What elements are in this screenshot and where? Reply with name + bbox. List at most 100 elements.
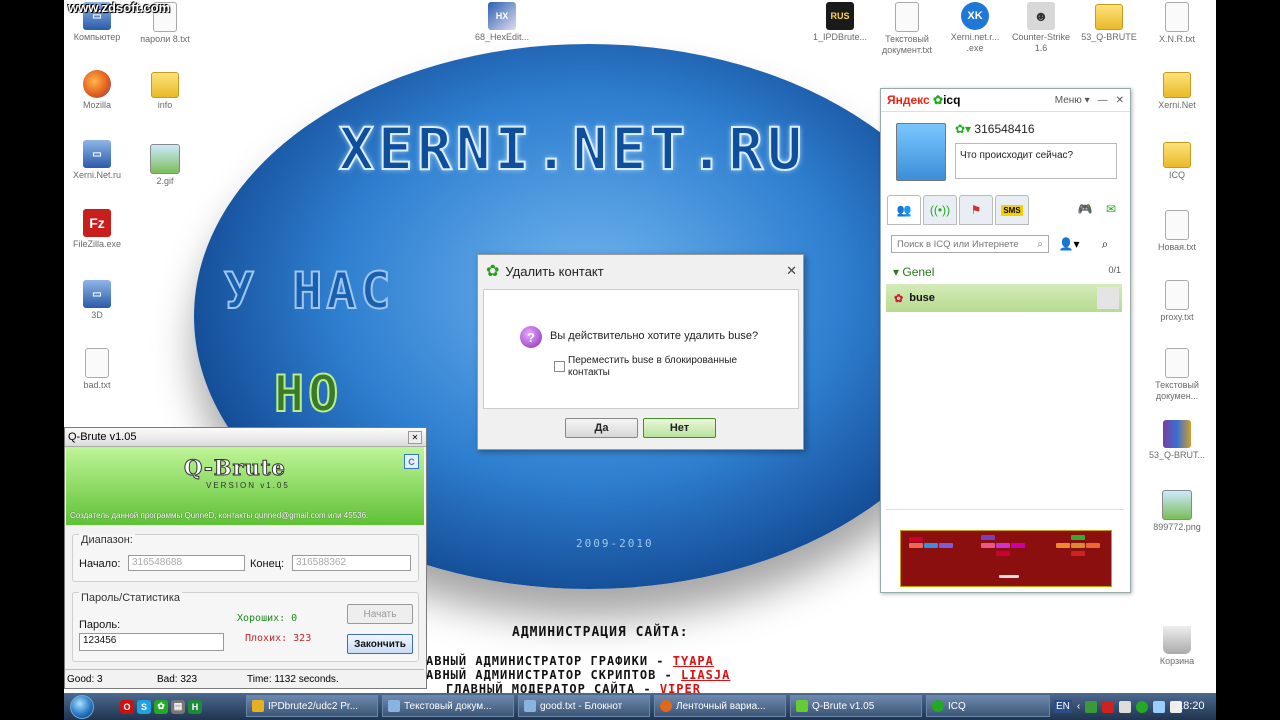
tab-live[interactable]: ((•))	[923, 195, 957, 225]
wallpaper-title: XERNI.NET.RU	[338, 114, 807, 184]
start-uin-input[interactable]: 316548688	[128, 555, 245, 571]
mail-icon[interactable]: ✉	[1099, 197, 1123, 221]
desktop-icon-qbrute-archive[interactable]: 53_Q-BRUT...	[1144, 420, 1210, 461]
end-label: Конец:	[250, 558, 285, 570]
block-checkbox[interactable]	[554, 361, 565, 372]
desktop-icon-xnr[interactable]: X.N.R.txt	[1144, 2, 1210, 45]
image-icon	[1162, 490, 1192, 520]
status-flower-icon[interactable]: ✿▾	[955, 122, 971, 136]
icq-tabs: 👥 ((•)) ⚑ SMS	[887, 195, 1029, 225]
wallpaper-admin-row: АВНЫЙ АДМИНИСТРАТОР ГРАФИКИ - TYAPA	[426, 654, 714, 668]
tray-app-icon[interactable]	[1085, 700, 1098, 713]
tab-contacts[interactable]: 👥	[887, 195, 921, 225]
wallpaper-line2: У НАС	[223, 261, 395, 321]
tab-flags[interactable]: ⚑	[959, 195, 993, 225]
taskbar-button[interactable]: Ленточный вариа...	[654, 695, 786, 717]
desktop-icon-new[interactable]: Новая.txt	[1144, 210, 1210, 253]
desktop-icon-proxy[interactable]: proxy.txt	[1144, 280, 1210, 323]
text-file-icon	[1165, 280, 1189, 310]
status-bad: Bad: 323	[157, 673, 198, 685]
pdf-icon[interactable]: ▤	[171, 699, 185, 714]
desktop-icon-xerni-folder[interactable]: Xerni.Net	[1144, 72, 1210, 111]
minimize-icon[interactable]: —	[1098, 95, 1108, 106]
dialog-title: Удалить контакт	[505, 263, 604, 279]
network-icon[interactable]	[1153, 700, 1166, 713]
desktop-icon-ipdbrute[interactable]: RUS 1_IPDBrute...	[807, 2, 873, 43]
desktop-icon-3d[interactable]: ▭ 3D	[64, 280, 130, 321]
firefox-icon	[83, 70, 111, 98]
qbrute-statusbar: Good: 3 Bad: 323 Time: 1132 seconds.	[65, 669, 424, 688]
close-icon[interactable]: ✕	[1116, 95, 1124, 106]
text-file-icon	[1165, 210, 1189, 240]
desktop-icon-icq-folder[interactable]: ICQ	[1144, 142, 1210, 181]
desktop-icon-info[interactable]: info	[132, 72, 198, 111]
close-icon[interactable]: ✕	[786, 263, 797, 279]
skype-icon[interactable]: S	[137, 699, 151, 714]
password-input[interactable]: 123456	[79, 633, 224, 651]
desktop-icon-bad[interactable]: bad.txt	[64, 348, 130, 391]
folder-icon	[1163, 142, 1191, 168]
games-icon[interactable]: 🎮	[1073, 197, 1097, 221]
contact-group[interactable]: ▾ Genel 0/1	[893, 265, 1121, 279]
status-message-input[interactable]: Что происходит сейчас?	[955, 143, 1117, 179]
desktop-icon-xerni-exe[interactable]: XK Xerni.net.r... .exe	[942, 2, 1008, 54]
tray-app-icon[interactable]	[1136, 700, 1149, 713]
avatar[interactable]	[896, 123, 946, 181]
clock[interactable]: 18:20	[1177, 700, 1205, 712]
qbrute-titlebar: Q-Brute v1.05 ✕	[65, 428, 426, 447]
language-indicator[interactable]: EN	[1054, 700, 1072, 713]
tray-app-icon[interactable]	[1102, 700, 1115, 713]
desktop-icon-textdoc2[interactable]: Текстовый докумен...	[1144, 348, 1210, 402]
add-contact-icon[interactable]: 👤▾	[1057, 232, 1081, 256]
app-h-icon[interactable]: H	[188, 699, 202, 714]
icq-icon[interactable]: ✿	[154, 699, 168, 714]
folder-icon	[1163, 72, 1191, 98]
yes-button[interactable]: Да	[565, 418, 638, 438]
taskbar-button[interactable]: Q-Brute v1.05	[790, 695, 922, 717]
desktop-icon-textdoc[interactable]: Текстовый документ.txt	[874, 2, 940, 56]
taskbar-button[interactable]: good.txt - Блокнот	[518, 695, 650, 717]
arkanoid-game-banner[interactable]	[900, 530, 1112, 587]
xerni-icon: XK	[961, 2, 989, 30]
contact-item[interactable]: ✿ buse	[886, 284, 1122, 312]
chevron-left-icon[interactable]: ‹	[1077, 701, 1080, 712]
computer-icon: ▭	[83, 140, 111, 168]
desktop-icon-cs[interactable]: ☻ Counter-Strike 1.6	[1008, 2, 1074, 54]
no-button[interactable]: Нет	[643, 418, 716, 438]
taskbar-button[interactable]: ICQ	[926, 695, 1050, 717]
desktop-icon-png[interactable]: 899772.png	[1144, 490, 1210, 533]
tab-sms[interactable]: SMS	[995, 195, 1029, 225]
start-button[interactable]	[64, 693, 100, 720]
stop-button[interactable]: Закончить	[347, 634, 413, 654]
block-checkbox-label[interactable]: Переместить buse в блокированные контакт…	[568, 355, 778, 379]
desktop-icon-filezilla[interactable]: Fz FileZilla.exe	[64, 209, 130, 250]
system-tray: EN ‹	[1054, 693, 1183, 720]
copyright-icon[interactable]: C	[404, 454, 419, 469]
user-uin[interactable]: ✿▾ 316548416	[955, 122, 1035, 136]
qbrute-version: VERSION v1.05	[206, 481, 290, 490]
taskbar-button[interactable]: Текстовый докум...	[382, 695, 514, 717]
offline-flower-icon: ✿	[894, 292, 904, 305]
tray-app-icon[interactable]	[1119, 700, 1132, 713]
password-label: Пароль:	[79, 619, 121, 631]
end-uin-input[interactable]: 316588362	[292, 555, 411, 571]
search-icon[interactable]: ⌕	[1037, 239, 1043, 250]
taskbar-button[interactable]: IPDbrute2/udc2 Pr...	[246, 695, 378, 717]
icq-menu-button[interactable]: Меню ▾	[1055, 95, 1090, 106]
desktop-icon-mozilla[interactable]: Mozilla	[64, 70, 130, 111]
search-input[interactable]: Поиск в ICQ или Интернете ⌕	[891, 235, 1049, 253]
desktop-icon-gif[interactable]: 2.gif	[132, 144, 198, 187]
close-icon[interactable]: ✕	[408, 430, 422, 444]
desktop-icon-recycle-bin[interactable]: Корзина	[1144, 626, 1210, 667]
desktop-icon-hexedit[interactable]: HX 68_HexEdit...	[469, 2, 535, 43]
opera-icon[interactable]: O	[120, 699, 134, 714]
dialog-titlebar: ✿ Удалить контакт ✕	[478, 255, 803, 287]
text-file-icon	[1165, 348, 1189, 378]
find-contact-icon[interactable]: ⌕	[1093, 232, 1117, 256]
desktop: XERNI.NET.RU У НАС НО 2009-2010 АДМИНИСТ…	[64, 0, 1216, 720]
desktop-icon-xerni[interactable]: ▭ Xerni.Net.ru	[64, 140, 130, 181]
quick-launch: O S ✿ ▤ H	[120, 699, 202, 714]
qbrute-window: Q-Brute v1.05 ✕ Q-Brute VERSION v1.05 Со…	[64, 427, 427, 689]
desktop-icon-qbrute-folder[interactable]: 53_Q-BRUTE	[1076, 4, 1142, 43]
start-button[interactable]: Начать	[347, 604, 413, 624]
